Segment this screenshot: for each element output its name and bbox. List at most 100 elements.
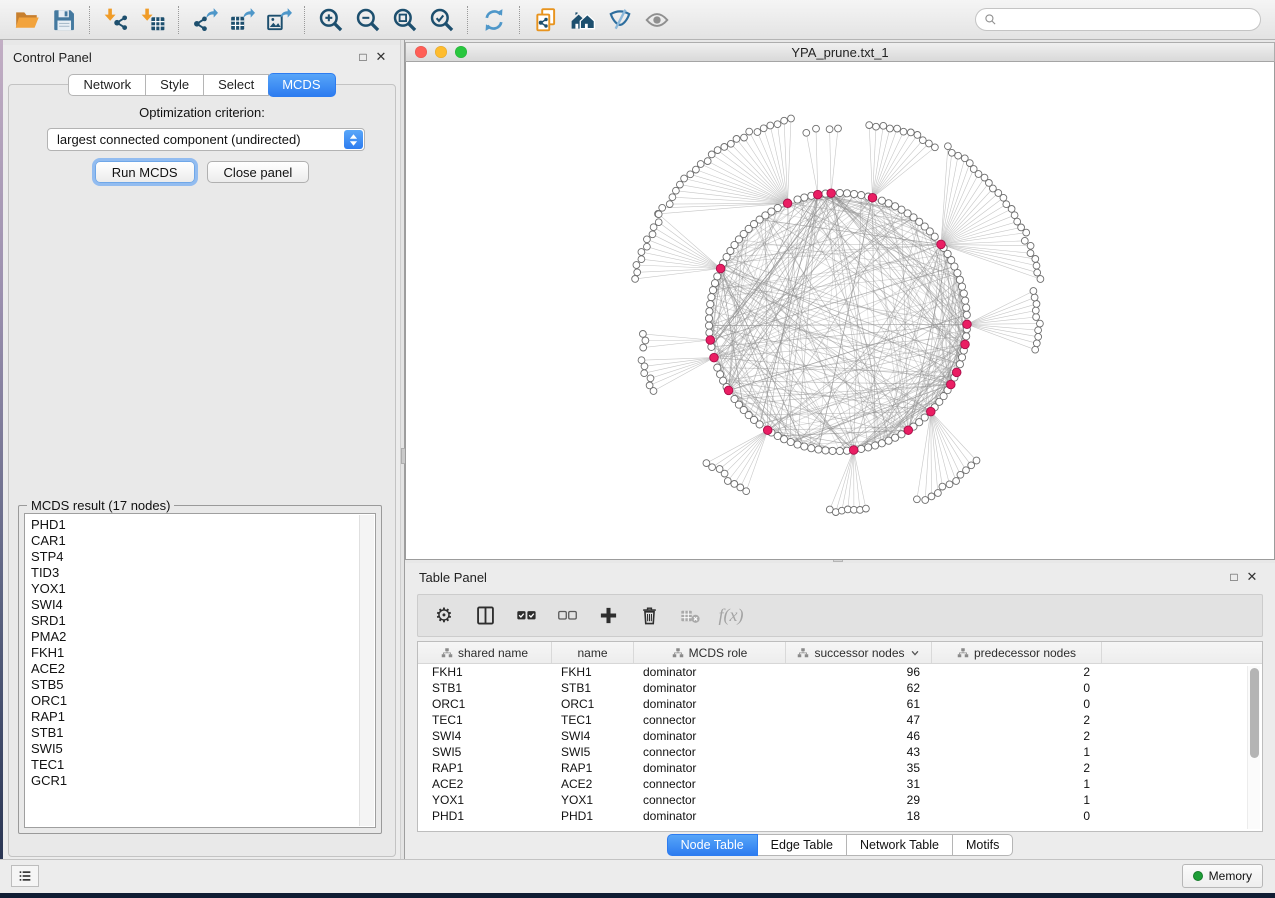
cell-shared-name: PHD1 — [418, 809, 552, 823]
result-node-item[interactable]: STB5 — [31, 677, 357, 693]
refresh-button[interactable] — [475, 3, 512, 37]
table-options-button[interactable]: ⚙ — [432, 604, 456, 628]
delete-column-button[interactable] — [637, 604, 661, 628]
table-row[interactable]: RAP1RAP1dominator352 — [418, 760, 1262, 776]
create-column-button[interactable] — [596, 604, 620, 628]
table-row[interactable]: PHD1PHD1dominator180 — [418, 808, 1262, 824]
cell-shared-name: TEC1 — [418, 713, 552, 727]
column-header-predecessor-nodes[interactable]: predecessor nodes — [932, 642, 1102, 663]
cell-MCDS-role: dominator — [634, 729, 786, 743]
close-panel-icon[interactable]: ✕ — [372, 48, 390, 66]
result-node-item[interactable]: PHD1 — [31, 517, 357, 533]
table-panel-header: Table Panel □ ✕ — [405, 563, 1275, 591]
tab-network-table[interactable]: Network Table — [847, 834, 953, 856]
column-header-MCDS-role[interactable]: MCDS role — [634, 642, 786, 663]
result-node-item[interactable]: TID3 — [31, 565, 357, 581]
cell-predecessor-nodes: 0 — [932, 697, 1102, 711]
table-row[interactable]: ACE2ACE2connector311 — [418, 776, 1262, 792]
tab-motifs[interactable]: Motifs — [953, 834, 1013, 856]
cell-MCDS-role: connector — [634, 713, 786, 727]
network-titlebar[interactable]: YPA_prune.txt_1 — [405, 42, 1275, 62]
table-row[interactable]: FKH1FKH1dominator962 — [418, 664, 1262, 680]
float-table-panel-icon[interactable]: □ — [1225, 568, 1243, 586]
table-row[interactable]: TEC1TEC1connector472 — [418, 712, 1262, 728]
column-header-name[interactable]: name — [552, 642, 634, 663]
result-node-item[interactable]: PMA2 — [31, 629, 357, 645]
column-label: shared name — [458, 646, 528, 660]
network-home-button[interactable] — [564, 3, 601, 37]
vizmapper-button[interactable] — [601, 3, 638, 37]
close-panel-button[interactable]: Close panel — [207, 161, 310, 183]
tab-node-table[interactable]: Node Table — [667, 834, 758, 856]
criterion-dropdown[interactable]: largest connected component (undirected) — [47, 128, 365, 151]
export-network-button[interactable] — [186, 3, 223, 37]
table-row[interactable]: ORC1ORC1dominator610 — [418, 696, 1262, 712]
result-node-item[interactable]: STB1 — [31, 725, 357, 741]
import-network-button[interactable] — [97, 3, 134, 37]
show-columns-button[interactable] — [473, 604, 497, 628]
cell-name: SWI4 — [552, 729, 634, 743]
cell-successor-nodes: 46 — [786, 729, 932, 743]
network-canvas[interactable] — [405, 62, 1275, 560]
result-node-item[interactable]: STP4 — [31, 549, 357, 565]
import-network-icon — [103, 7, 129, 33]
tab-style[interactable]: Style — [146, 74, 204, 96]
memory-label: Memory — [1209, 869, 1252, 883]
export-table-button[interactable] — [223, 3, 260, 37]
float-panel-icon[interactable]: □ — [354, 48, 372, 66]
zoom-fit-button[interactable] — [386, 3, 423, 37]
select-all-icon — [516, 605, 537, 626]
table-scrollbar-thumb[interactable] — [1250, 668, 1259, 758]
table-scrollbar[interactable] — [1247, 666, 1260, 829]
export-image-button[interactable] — [260, 3, 297, 37]
search-box[interactable] — [975, 8, 1261, 31]
table-row[interactable]: SWI4SWI4dominator462 — [418, 728, 1262, 744]
result-node-item[interactable]: RAP1 — [31, 709, 357, 725]
tab-mcds[interactable]: MCDS — [268, 73, 335, 97]
result-node-item[interactable]: GCR1 — [31, 773, 357, 789]
zoom-selected-button[interactable] — [423, 3, 460, 37]
open-session-button[interactable] — [8, 3, 45, 37]
import-table-button[interactable] — [134, 3, 171, 37]
result-node-item[interactable]: TEC1 — [31, 757, 357, 773]
tab-select[interactable]: Select — [204, 74, 269, 96]
network-graph[interactable] — [406, 62, 1274, 559]
table-row[interactable]: SWI5SWI5connector431 — [418, 744, 1262, 760]
tab-edge-table[interactable]: Edge Table — [758, 834, 847, 856]
column-header-shared-name[interactable]: shared name — [418, 642, 552, 663]
deselect-all-button[interactable] — [555, 604, 579, 628]
result-node-item[interactable]: SWI5 — [31, 741, 357, 757]
cell-successor-nodes: 31 — [786, 777, 932, 791]
run-mcds-button[interactable]: Run MCDS — [95, 161, 195, 183]
memory-button[interactable]: Memory — [1182, 864, 1263, 888]
tab-network[interactable]: Network — [68, 74, 146, 96]
show-hide-button[interactable] — [638, 3, 675, 37]
close-table-panel-icon[interactable]: ✕ — [1243, 568, 1261, 586]
column-header-successor-nodes[interactable]: successor nodes — [786, 642, 932, 663]
search-input[interactable] — [1002, 12, 1252, 28]
result-node-item[interactable]: CAR1 — [31, 533, 357, 549]
result-node-item[interactable]: ACE2 — [31, 661, 357, 677]
cell-MCDS-role: connector — [634, 777, 786, 791]
table-row[interactable]: YOX1YOX1connector291 — [418, 792, 1262, 808]
result-node-item[interactable]: SRD1 — [31, 613, 357, 629]
clone-network-icon — [533, 7, 559, 33]
function-builder-button: f(x) — [719, 604, 743, 628]
cell-successor-nodes: 61 — [786, 697, 932, 711]
result-node-item[interactable]: SWI4 — [31, 597, 357, 613]
zoom-out-button[interactable] — [349, 3, 386, 37]
cell-predecessor-nodes: 1 — [932, 745, 1102, 759]
mcds-result-list[interactable]: PHD1CAR1STP4TID3YOX1SWI4SRD1PMA2FKH1ACE2… — [24, 513, 376, 828]
result-node-item[interactable]: FKH1 — [31, 645, 357, 661]
result-list-scrollbar[interactable] — [359, 515, 374, 826]
select-all-button[interactable] — [514, 604, 538, 628]
zoom-in-button[interactable] — [312, 3, 349, 37]
toolbar-separator — [467, 6, 468, 34]
save-session-button[interactable] — [45, 3, 82, 37]
clone-network-button[interactable] — [527, 3, 564, 37]
cell-shared-name: ACE2 — [418, 777, 552, 791]
table-row[interactable]: STB1STB1dominator620 — [418, 680, 1262, 696]
task-history-button[interactable] — [11, 865, 39, 887]
result-node-item[interactable]: YOX1 — [31, 581, 357, 597]
result-node-item[interactable]: ORC1 — [31, 693, 357, 709]
